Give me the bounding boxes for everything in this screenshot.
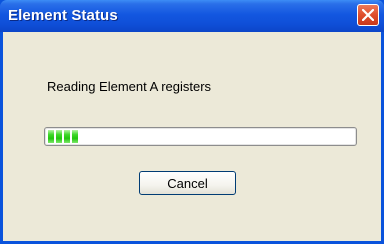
progress-chunk bbox=[64, 130, 70, 143]
progress-chunk bbox=[72, 130, 78, 143]
progress-chunk bbox=[48, 130, 54, 143]
dialog-window: Element Status Reading Element A registe… bbox=[0, 0, 384, 244]
window-title: Element Status bbox=[8, 7, 118, 24]
progress-bar bbox=[44, 127, 357, 146]
progress-chunk bbox=[56, 130, 62, 143]
title-bar[interactable]: Element Status bbox=[0, 0, 384, 32]
status-message: Reading Element A registers bbox=[47, 79, 212, 94]
cancel-button[interactable]: Cancel bbox=[139, 171, 236, 195]
close-button[interactable] bbox=[357, 4, 379, 26]
close-icon bbox=[362, 9, 374, 21]
progress-fill bbox=[48, 130, 78, 143]
dialog-body: Reading Element A registers Cancel bbox=[3, 32, 381, 241]
